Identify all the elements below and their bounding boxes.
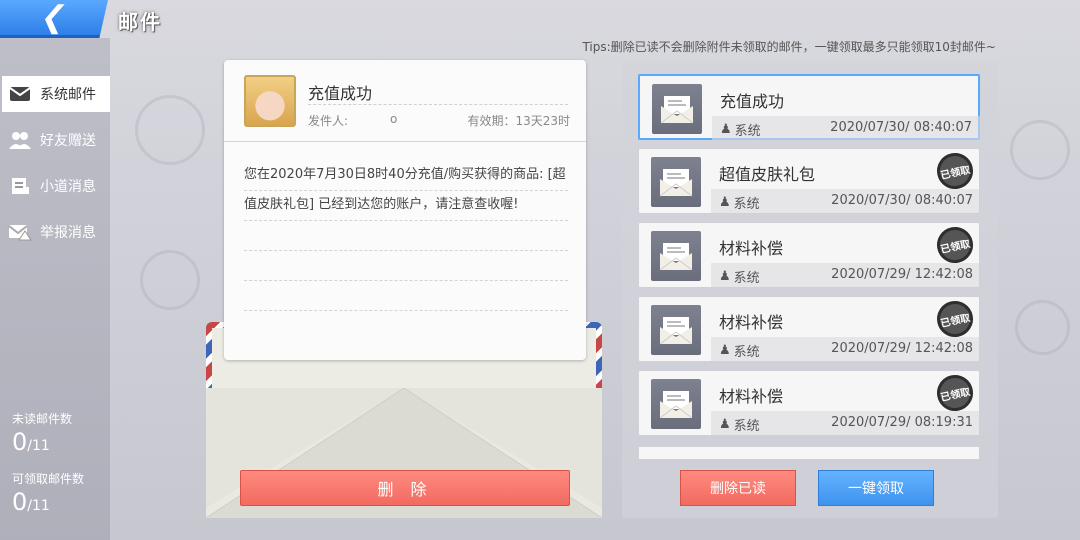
mail-sender: ♟ 系统 (720, 120, 761, 139)
mail-time: 2020/07/29/ 08:19:31 (831, 415, 973, 430)
back-arrow-icon: ❮ (37, 0, 71, 35)
expiry-text: 有效期：13天23时 (467, 114, 570, 128)
person-icon: ♟ (720, 122, 732, 137)
mail-thumbnail-icon (651, 157, 701, 207)
mail-sender-name: 系统 (734, 124, 761, 139)
unread-count: 0 (12, 428, 28, 456)
report-icon (8, 222, 32, 242)
page-title: 邮件 (118, 10, 162, 34)
news-icon (8, 176, 32, 196)
letter-header: 充值成功 发件人: o 有效期：13天23时 (224, 60, 586, 142)
mail-title: 材料补偿 (719, 387, 784, 406)
mail-thumbnail-icon (651, 379, 701, 429)
mail-sender: ♟ 系统 (719, 341, 760, 360)
ruled-line (244, 220, 568, 221)
mail-list-item-partial[interactable] (638, 446, 980, 460)
mail-sender-name: 系统 (733, 271, 760, 286)
unread-count-label: 未读邮件数 (12, 412, 73, 426)
person-icon: ♟ (719, 343, 731, 358)
mail-title: 充值成功 (720, 92, 785, 111)
sidebar-item-reports[interactable]: 举报消息 (2, 214, 110, 250)
claimable-total: /11 (27, 498, 50, 514)
letter-body: 您在2020年7月30日8时40分充值/购买获得的商品: [超值皮肤礼包] 已经… (244, 167, 566, 212)
friends-icon (8, 130, 32, 150)
sender-label: 发件人: (308, 114, 349, 128)
mail-sender: ♟ 系统 (719, 415, 760, 434)
mail-title: 超值皮肤礼包 (719, 165, 816, 184)
ruled-line (244, 310, 568, 311)
ruled-line (244, 250, 568, 251)
mail-sender: ♟ 系统 (719, 267, 760, 286)
sidebar-item-system-mail[interactable]: 系统邮件 (2, 76, 110, 112)
delete-mail-button[interactable]: 删 除 (240, 470, 570, 506)
sender-avatar (244, 75, 296, 127)
mail-time: 2020/07/29/ 12:42:08 (831, 341, 973, 356)
sidebar: 系统邮件 好友赠送 小道消息 举报消息 未读邮件数 0/11 可领取邮件数 0/… (0, 38, 110, 540)
mail-thumbnail-icon (651, 231, 701, 281)
background-doodle (135, 95, 205, 165)
mail-time: 2020/07/30/ 08:40:07 (830, 120, 972, 135)
mail-time: 2020/07/30/ 08:40:07 (831, 193, 973, 208)
unread-count-value: 0/11 (12, 428, 50, 456)
mail-sender: ♟ 系统 (719, 193, 760, 212)
mail-list-item[interactable]: 超值皮肤礼包 ♟ 系统 2020/07/30/ 08:40:07 已领取 (638, 148, 980, 214)
claimed-stamp-icon: 已领取 (933, 149, 977, 193)
unread-total: /11 (27, 438, 50, 454)
mail-sender-name: 系统 (733, 197, 760, 212)
mail-list-item[interactable]: 充值成功 ♟ 系统 2020/07/30/ 08:40:07 (638, 74, 980, 140)
mail-thumbnail-icon (652, 84, 702, 134)
claimable-count-label: 可领取邮件数 (12, 472, 85, 486)
sidebar-item-gossip[interactable]: 小道消息 (2, 168, 110, 204)
mail-time: 2020/07/29/ 12:42:08 (831, 267, 973, 282)
mail-list-item[interactable]: 材料补偿 ♟ 系统 2020/07/29/ 12:42:08 已领取 (638, 222, 980, 288)
mail-sender-name: 系统 (733, 345, 760, 360)
sidebar-item-label: 举报消息 (40, 225, 96, 241)
claimed-stamp-icon: 已领取 (933, 223, 977, 267)
sidebar-item-label: 好友赠送 (40, 133, 96, 149)
tips-text: Tips:删除已读不会删除附件未领取的邮件，一键领取最多只能领取10封邮件~ (582, 40, 996, 54)
mail-thumbnail-icon (651, 305, 701, 355)
person-icon: ♟ (719, 417, 731, 432)
divider (308, 104, 568, 105)
delete-read-button[interactable]: 删除已读 (680, 470, 796, 506)
mail-list-item[interactable]: 材料补偿 ♟ 系统 2020/07/29/ 08:19:31 已领取 (638, 370, 980, 436)
sidebar-item-label: 小道消息 (40, 179, 96, 195)
letter-sheet: 充值成功 发件人: o 有效期：13天23时 您在2020年7月30日8时40分… (224, 60, 586, 360)
person-icon: ♟ (719, 269, 731, 284)
person-icon: ♟ (719, 195, 731, 210)
claimable-count-value: 0/11 (12, 488, 50, 516)
back-button[interactable]: ❮ (0, 0, 108, 38)
mail-list-item[interactable]: 材料补偿 ♟ 系统 2020/07/29/ 12:42:08 已领取 (638, 296, 980, 362)
claimable-count: 0 (12, 488, 28, 516)
sender-value: o (390, 112, 398, 126)
mail-title: 材料补偿 (719, 239, 784, 258)
sidebar-item-friend-gifts[interactable]: 好友赠送 (2, 122, 110, 158)
envelope-icon (8, 84, 32, 104)
mail-title: 材料补偿 (719, 313, 784, 332)
claim-all-button[interactable]: 一键领取 (818, 470, 934, 506)
background-doodle (140, 250, 200, 310)
claimed-stamp-icon: 已领取 (933, 371, 977, 415)
mail-sender-name: 系统 (733, 419, 760, 434)
background-doodle (1015, 300, 1070, 355)
background-doodle (1010, 120, 1070, 180)
sidebar-item-label: 系统邮件 (40, 87, 96, 103)
claimed-stamp-icon: 已领取 (933, 297, 977, 341)
ruled-line (244, 280, 568, 281)
letter-subject: 充值成功 (308, 84, 373, 103)
